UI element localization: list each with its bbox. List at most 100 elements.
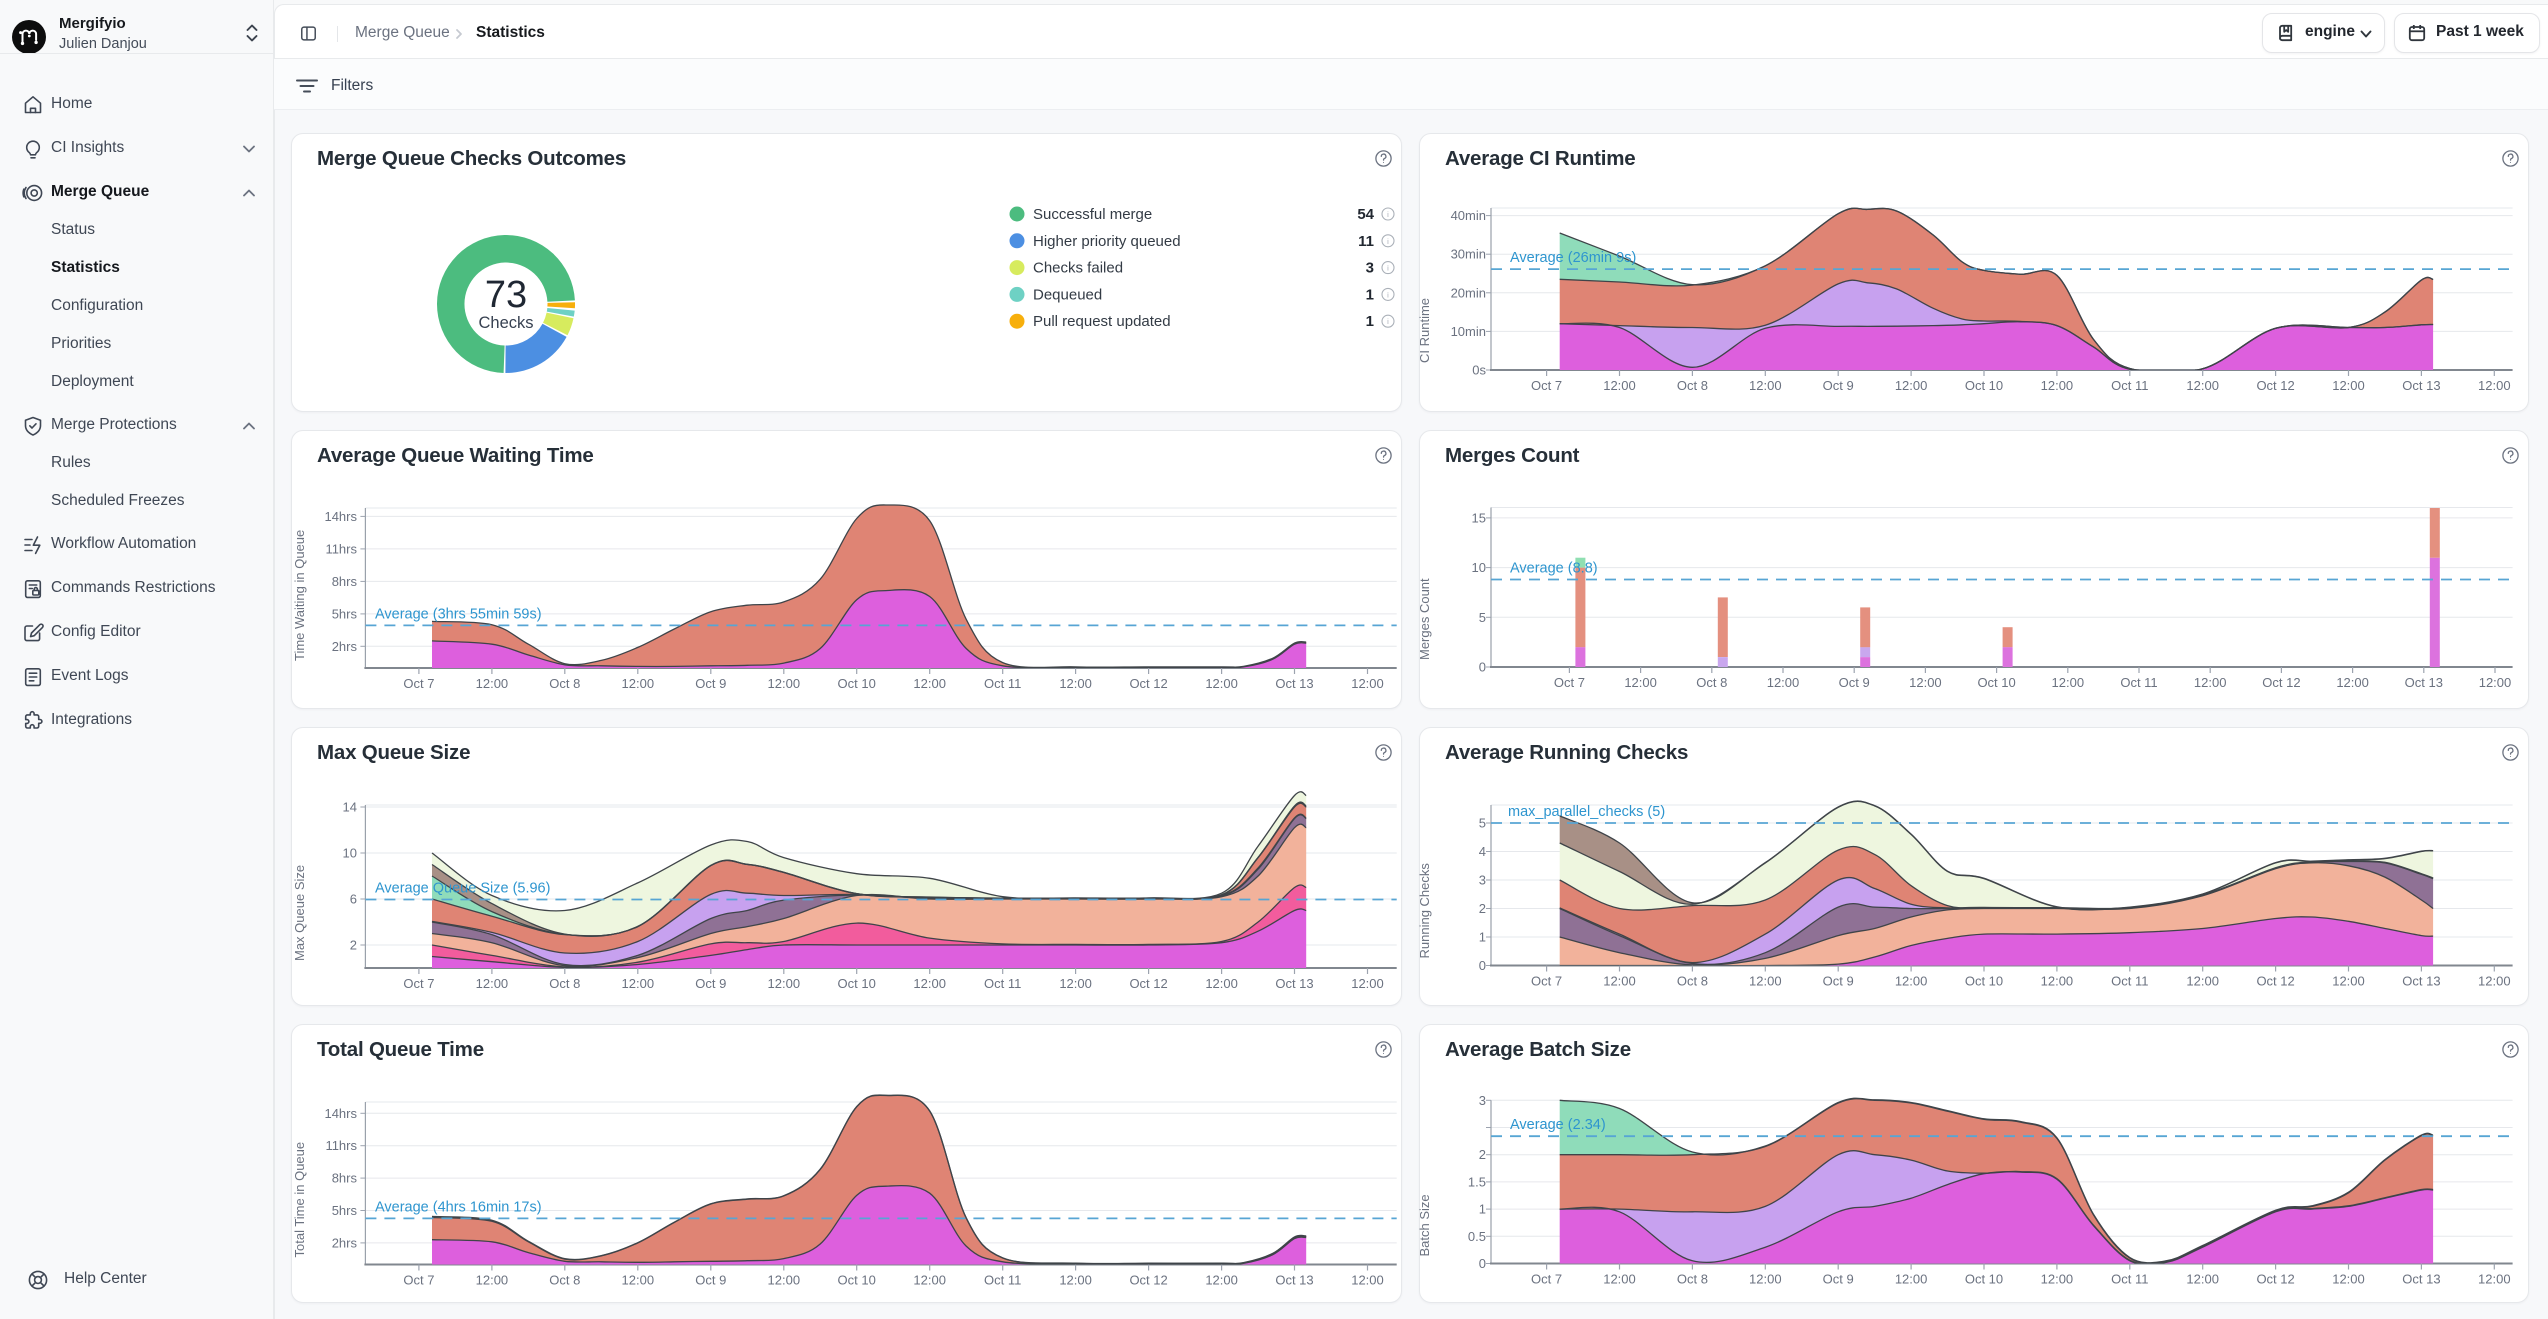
- svg-text:Oct 12: Oct 12: [2262, 675, 2300, 690]
- svg-text:Oct 11: Oct 11: [2120, 675, 2157, 690]
- svg-text:Oct 13: Oct 13: [2402, 1272, 2440, 1287]
- svg-text:Pull request updated: Pull request updated: [1033, 313, 1171, 330]
- svg-text:54: 54: [1357, 206, 1374, 223]
- svg-text:Successful merge: Successful merge: [1033, 206, 1152, 223]
- svg-text:5: 5: [1479, 816, 1486, 831]
- svg-text:12:00: 12:00: [2186, 1272, 2219, 1287]
- svg-text:Oct 11: Oct 11: [984, 676, 1021, 691]
- svg-text:1: 1: [1366, 313, 1374, 330]
- svg-text:Oct 7: Oct 7: [1531, 378, 1562, 393]
- svg-text:12:00: 12:00: [2041, 974, 2074, 989]
- svg-text:12:00: 12:00: [913, 676, 946, 691]
- svg-text:12:00: 12:00: [1603, 1272, 1636, 1287]
- svg-text:Average (2.34): Average (2.34): [1510, 1117, 1606, 1133]
- svg-text:Oct 12: Oct 12: [1129, 976, 1167, 991]
- svg-text:Oct 10: Oct 10: [838, 976, 876, 991]
- svg-text:Average (4hrs 16min 17s): Average (4hrs 16min 17s): [375, 1199, 542, 1215]
- svg-text:12:00: 12:00: [2041, 378, 2074, 393]
- svg-text:12:00: 12:00: [622, 676, 655, 691]
- svg-text:Merges Count: Merges Count: [1417, 578, 1432, 660]
- svg-text:2: 2: [1479, 1147, 1486, 1162]
- svg-text:Running Checks: Running Checks: [1417, 863, 1432, 959]
- svg-text:12:00: 12:00: [768, 976, 801, 991]
- svg-text:12:00: 12:00: [768, 1273, 801, 1288]
- svg-text:Oct 13: Oct 13: [1275, 1273, 1313, 1288]
- svg-text:12:00: 12:00: [622, 976, 655, 991]
- svg-text:12:00: 12:00: [2186, 378, 2219, 393]
- svg-text:Batch Size: Batch Size: [1417, 1194, 1432, 1256]
- svg-text:3: 3: [1366, 260, 1374, 277]
- svg-text:0: 0: [1479, 660, 1486, 675]
- svg-text:11hrs: 11hrs: [325, 541, 357, 556]
- svg-text:12:00: 12:00: [1059, 676, 1092, 691]
- svg-text:12:00: 12:00: [1895, 974, 1928, 989]
- svg-text:2hrs: 2hrs: [332, 1235, 358, 1250]
- svg-text:10: 10: [1472, 560, 1486, 575]
- svg-text:12:00: 12:00: [476, 976, 509, 991]
- svg-text:Oct 8: Oct 8: [1677, 378, 1708, 393]
- svg-text:Oct 7: Oct 7: [1531, 1272, 1562, 1287]
- svg-text:14hrs: 14hrs: [324, 509, 357, 524]
- svg-text:Oct 13: Oct 13: [2402, 378, 2440, 393]
- svg-text:12:00: 12:00: [2478, 378, 2511, 393]
- svg-text:12:00: 12:00: [2052, 675, 2085, 690]
- svg-text:Oct 10: Oct 10: [1965, 1272, 2003, 1287]
- svg-text:0.5: 0.5: [1468, 1229, 1486, 1244]
- svg-text:12:00: 12:00: [2332, 378, 2365, 393]
- svg-text:12:00: 12:00: [2479, 675, 2512, 690]
- svg-text:Oct 12: Oct 12: [1129, 676, 1167, 691]
- svg-text:12:00: 12:00: [1749, 1272, 1782, 1287]
- svg-text:12:00: 12:00: [622, 1273, 655, 1288]
- svg-text:Oct 13: Oct 13: [1275, 976, 1313, 991]
- svg-text:i: i: [1387, 264, 1389, 273]
- svg-text:30min: 30min: [1451, 247, 1486, 262]
- svg-text:12:00: 12:00: [1205, 976, 1238, 991]
- svg-text:5hrs: 5hrs: [332, 1203, 358, 1218]
- svg-text:Average Queue Size (5.96): Average Queue Size (5.96): [375, 881, 550, 897]
- svg-text:12:00: 12:00: [476, 676, 509, 691]
- svg-text:CI Runtime: CI Runtime: [1417, 298, 1432, 363]
- svg-text:3: 3: [1479, 1093, 1486, 1108]
- svg-text:Oct 8: Oct 8: [1696, 675, 1727, 690]
- svg-text:Oct 7: Oct 7: [403, 1273, 434, 1288]
- svg-text:1: 1: [1479, 1202, 1486, 1217]
- svg-text:Oct 8: Oct 8: [549, 976, 580, 991]
- svg-text:2: 2: [350, 938, 357, 953]
- svg-text:Oct 13: Oct 13: [1275, 676, 1313, 691]
- svg-text:8hrs: 8hrs: [332, 1171, 358, 1186]
- svg-text:14hrs: 14hrs: [324, 1106, 357, 1121]
- svg-text:12:00: 12:00: [1205, 1273, 1238, 1288]
- svg-text:0s: 0s: [1472, 363, 1486, 378]
- svg-text:Oct 8: Oct 8: [549, 676, 580, 691]
- svg-text:Checks failed: Checks failed: [1033, 260, 1123, 277]
- svg-text:1: 1: [1479, 930, 1486, 945]
- svg-text:12:00: 12:00: [2332, 974, 2365, 989]
- svg-text:i: i: [1387, 317, 1389, 326]
- svg-text:Average (26min 9s): Average (26min 9s): [1510, 250, 1636, 266]
- svg-text:12:00: 12:00: [2336, 675, 2369, 690]
- svg-text:3: 3: [1479, 873, 1486, 888]
- svg-text:4: 4: [1479, 844, 1486, 859]
- svg-text:Oct 8: Oct 8: [1677, 974, 1708, 989]
- svg-text:Oct 12: Oct 12: [2256, 974, 2294, 989]
- svg-text:12:00: 12:00: [1895, 1272, 1928, 1287]
- svg-text:73: 73: [485, 274, 527, 316]
- svg-text:Oct 9: Oct 9: [1823, 974, 1854, 989]
- svg-text:12:00: 12:00: [1351, 676, 1384, 691]
- svg-text:12:00: 12:00: [1205, 676, 1238, 691]
- svg-text:Oct 9: Oct 9: [695, 976, 726, 991]
- svg-text:12:00: 12:00: [1059, 1273, 1092, 1288]
- svg-text:Oct 9: Oct 9: [1823, 1272, 1854, 1287]
- svg-text:Total Time in Queue: Total Time in Queue: [292, 1142, 307, 1258]
- svg-text:0: 0: [1479, 958, 1486, 973]
- svg-text:12:00: 12:00: [1603, 378, 1636, 393]
- svg-text:Oct 9: Oct 9: [1839, 675, 1870, 690]
- svg-text:Higher priority queued: Higher priority queued: [1033, 233, 1181, 250]
- svg-text:Oct 7: Oct 7: [403, 976, 434, 991]
- svg-text:Time Waiting in Queue: Time Waiting in Queue: [292, 530, 307, 661]
- svg-text:2hrs: 2hrs: [332, 639, 358, 654]
- svg-text:12:00: 12:00: [1351, 976, 1384, 991]
- svg-text:12:00: 12:00: [2332, 1272, 2365, 1287]
- svg-text:40min: 40min: [1451, 208, 1486, 223]
- svg-text:Dequeued: Dequeued: [1033, 286, 1102, 303]
